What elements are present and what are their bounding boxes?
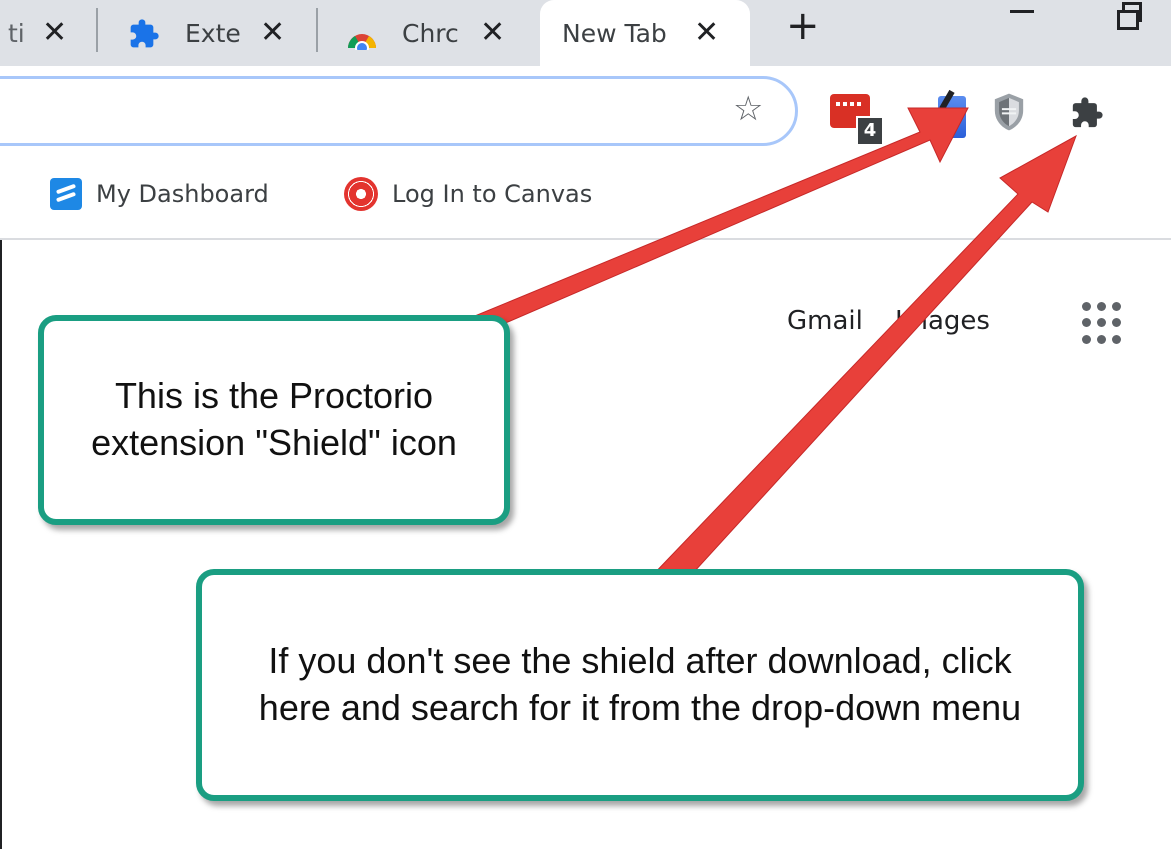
chrome-icon: [348, 34, 376, 50]
minimize-button[interactable]: [1010, 10, 1034, 13]
bookmark-label: Log In to Canvas: [392, 180, 593, 208]
bookmark-label: My Dashboard: [96, 180, 269, 208]
puzzle-icon: [130, 19, 159, 48]
tab-label: Exte: [185, 18, 241, 48]
tab-strip: ti ✕ Exte ✕ Chrc ✕ New Tab ✕ +: [0, 0, 1171, 66]
tab-1[interactable]: ti ✕: [0, 0, 90, 66]
close-icon[interactable]: ✕: [694, 18, 719, 48]
tab-separator: [316, 8, 318, 52]
apps-grid-icon[interactable]: [1082, 302, 1126, 346]
star-icon[interactable]: ☆: [733, 92, 763, 126]
shield-icon[interactable]: [992, 92, 1026, 132]
bookmarks-bar: My Dashboard Log In to Canvas: [0, 158, 1171, 240]
dots-pattern: [836, 102, 864, 106]
close-icon[interactable]: ✕: [42, 18, 67, 48]
toolbar: ☆ 4: [0, 66, 1171, 158]
tab-label: ti: [8, 18, 25, 48]
canvas-icon: [344, 177, 378, 211]
shield-callout: This is the Proctorio extension "Shield"…: [38, 315, 510, 525]
tab-separator: [96, 8, 98, 52]
bookmark-log-in-to-canvas[interactable]: Log In to Canvas: [344, 176, 592, 212]
tab-label: Chrc: [402, 18, 458, 48]
tab-chrome[interactable]: Chrc ✕: [330, 0, 530, 66]
gmail-link[interactable]: Gmail: [787, 306, 863, 336]
close-icon[interactable]: ✕: [480, 18, 505, 48]
extension-badge: 4: [856, 116, 884, 146]
bookmark-my-dashboard[interactable]: My Dashboard: [50, 176, 269, 212]
address-bar[interactable]: [0, 76, 798, 146]
puzzle-icon[interactable]: [1070, 96, 1104, 130]
tab-extensions[interactable]: Exte ✕: [110, 0, 310, 66]
tab-label: New Tab: [562, 18, 667, 48]
new-tab-button[interactable]: +: [786, 6, 820, 46]
maximize-button[interactable]: [1117, 2, 1142, 30]
tab-new-tab[interactable]: New Tab ✕: [540, 0, 750, 66]
dashboard-icon: [50, 178, 82, 210]
puzzle-callout: If you don't see the shield after downlo…: [196, 569, 1084, 801]
images-link[interactable]: Images: [895, 306, 990, 336]
close-icon[interactable]: ✕: [260, 18, 285, 48]
